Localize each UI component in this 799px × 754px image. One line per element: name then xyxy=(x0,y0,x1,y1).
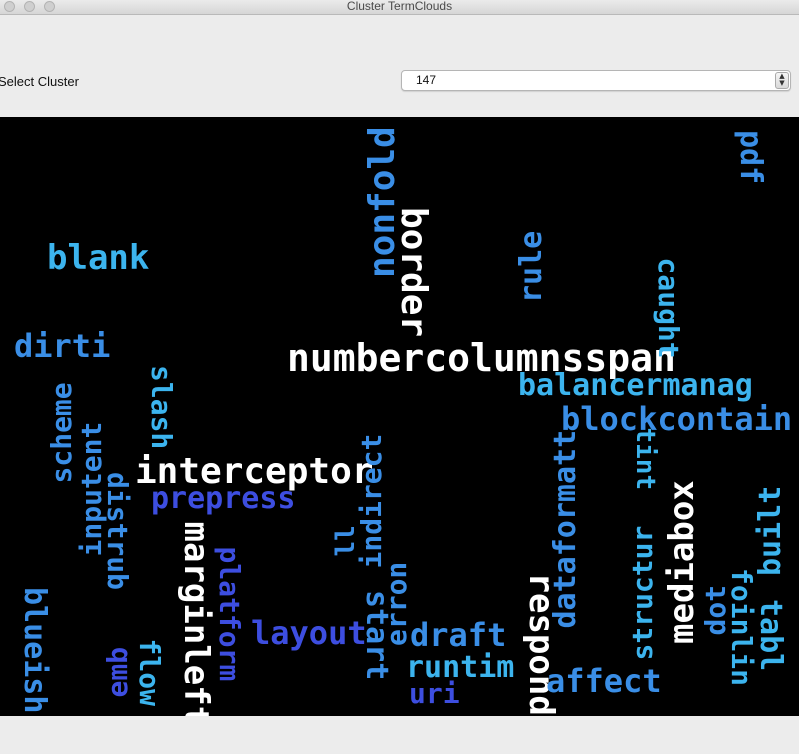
select-arrows-icon[interactable]: ▲ ▼ xyxy=(775,72,789,89)
cloud-term: structur xyxy=(626,525,659,661)
cloud-term: caught xyxy=(652,257,685,359)
cloud-term: distrub xyxy=(101,472,134,591)
cluster-select[interactable]: 147 ▲ ▼ xyxy=(401,70,791,91)
cloud-term: slash xyxy=(145,365,178,450)
cloud-term: marginleft xyxy=(176,521,216,717)
cloud-term: blueish xyxy=(17,587,52,714)
cloud-term: prepress xyxy=(151,481,296,516)
cluster-select-value: 147 xyxy=(416,73,437,87)
window-title: Cluster TermClouds xyxy=(346,0,453,13)
cloud-term: pdf xyxy=(733,130,768,185)
cloud-term: mediabox xyxy=(662,480,702,644)
cloud-term: scheme xyxy=(45,382,78,484)
term-cloud-canvas: numbercolumnsspan interceptor border margin… xyxy=(0,117,799,716)
cloud-term: tabl xyxy=(753,599,788,672)
cloud-term: layout xyxy=(251,614,367,652)
cloud-term: tint xyxy=(630,427,660,491)
cloud-term: emb xyxy=(101,646,134,698)
cloud-term: blockcontain xyxy=(561,400,793,438)
cloud-term: foinlin xyxy=(725,568,758,687)
cloud-term: rule xyxy=(514,230,549,303)
cloud-term: indirect xyxy=(355,433,388,569)
cloud-term: blank xyxy=(47,238,150,278)
cloud-term: platform xyxy=(213,546,246,682)
select-cluster-label: Select Cluster xyxy=(0,74,79,89)
cloud-term: flow xyxy=(133,638,166,706)
cloud-term: affect xyxy=(546,662,662,700)
cloud-term: nonfold xyxy=(362,126,403,278)
cloud-term: uri xyxy=(409,677,460,710)
cloud-term: dirti xyxy=(14,327,111,365)
cloud-term: erron xyxy=(380,561,413,646)
cloud-term: balancermanag xyxy=(518,368,753,403)
cloud-term: draft xyxy=(410,616,507,654)
window-bottom-area xyxy=(0,716,799,754)
title-bar: Cluster TermClouds xyxy=(0,0,799,15)
cloud-term: built xyxy=(753,485,788,576)
cloud-term: dataformatt xyxy=(548,429,583,629)
controls-panel: Select Cluster 147 ▲ ▼ xyxy=(0,15,799,117)
